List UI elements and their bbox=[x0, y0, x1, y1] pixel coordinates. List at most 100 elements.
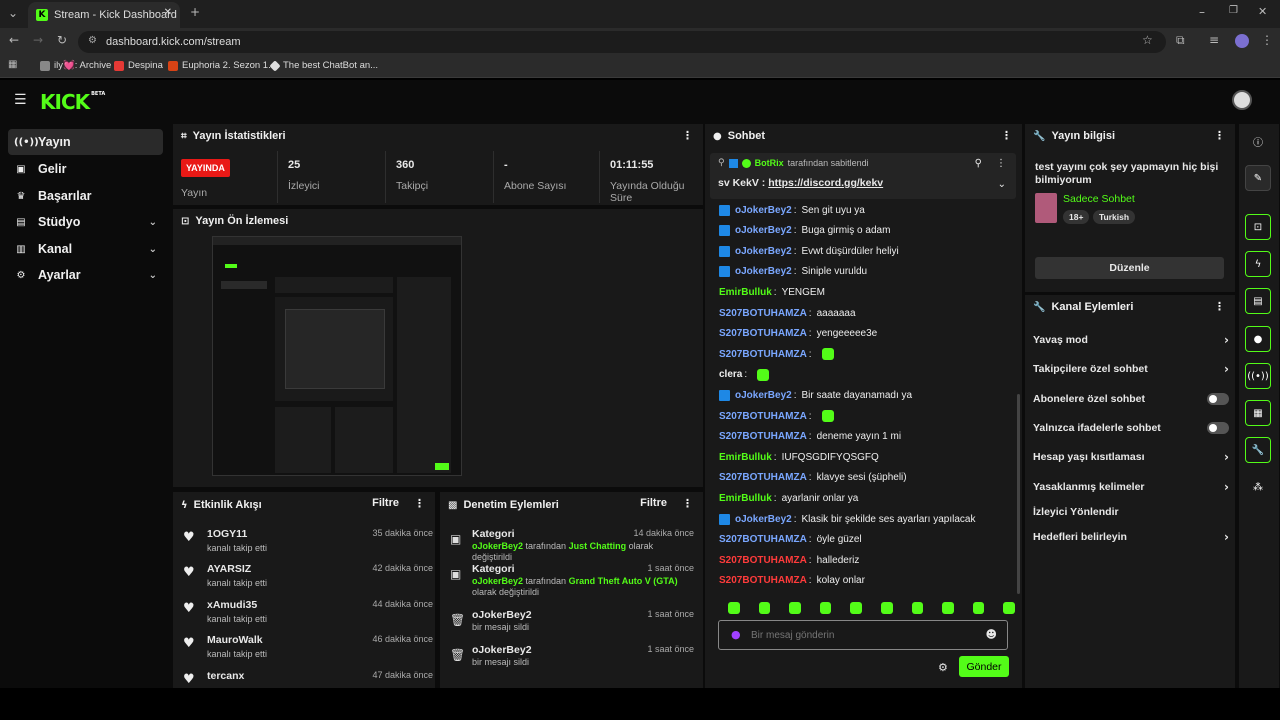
bookmark-chatbot[interactable]: The best ChatBot an... bbox=[269, 59, 378, 72]
kick-logo[interactable]: KICK BETA bbox=[40, 90, 105, 114]
edit-button[interactable]: Düzenle bbox=[1035, 257, 1224, 279]
chat-toggle-icon[interactable]: ● bbox=[1245, 326, 1271, 352]
stream-info-toggle-icon[interactable]: 🔧 bbox=[1245, 437, 1271, 463]
emote-icon[interactable] bbox=[819, 602, 832, 614]
emote-icon[interactable] bbox=[942, 602, 954, 614]
more-options-icon[interactable]: ⋮ bbox=[996, 158, 1006, 169]
more-options-icon[interactable]: ⋮ bbox=[682, 129, 693, 142]
unpin-icon[interactable]: ⚲ bbox=[975, 158, 982, 169]
stream-preview-video[interactable] bbox=[212, 236, 462, 476]
menu-icon[interactable]: ⋮ bbox=[1261, 33, 1273, 47]
sidebar-item-basarilar[interactable]: ♛ Başarılar bbox=[8, 183, 163, 209]
close-window-icon[interactable]: ✕ bbox=[1258, 5, 1267, 18]
microphone-icon[interactable]: ● bbox=[731, 628, 741, 641]
more-options-icon[interactable]: ⋮ bbox=[1214, 129, 1225, 142]
moderation-toggle-icon[interactable]: ▤ bbox=[1245, 288, 1271, 314]
edit-pencil-icon[interactable]: ✎ bbox=[1245, 165, 1271, 191]
integrations-icon[interactable]: ⁂ bbox=[1245, 474, 1271, 500]
send-button[interactable]: Gönder bbox=[959, 656, 1009, 677]
account-age-row[interactable]: Hesap yaşı kısıtlaması › bbox=[1033, 446, 1229, 468]
bookmark-despina[interactable]: Despina bbox=[114, 60, 163, 71]
bookmark-archive[interactable]: ily💓: Archive bbox=[40, 60, 111, 71]
activity-toggle-icon[interactable]: ϟ bbox=[1245, 251, 1271, 277]
info-icon[interactable]: ⓘ bbox=[1245, 128, 1271, 154]
broadcast-toggle-icon[interactable]: ((•)) bbox=[1245, 363, 1271, 389]
bookmark-star-icon[interactable]: ☆ bbox=[1142, 33, 1153, 47]
chat-username[interactable]: EmirBulluk bbox=[719, 452, 772, 463]
site-info-icon[interactable]: ⚙ bbox=[88, 35, 97, 46]
chat-username[interactable]: oJokerBey2 bbox=[735, 390, 792, 401]
slow-mode-row[interactable]: Yavaş mod › bbox=[1033, 329, 1229, 351]
bookmark-euphoria[interactable]: Euphoria 2. Sezon 1.... bbox=[168, 60, 279, 71]
emote-icon[interactable] bbox=[758, 602, 771, 614]
chat-username[interactable]: oJokerBey2 bbox=[735, 205, 792, 216]
sidebar-item-ayarlar[interactable]: ⚙ Ayarlar ⌄ bbox=[8, 262, 163, 288]
emote-icon[interactable] bbox=[728, 602, 740, 614]
reload-icon[interactable]: ↻ bbox=[57, 33, 67, 47]
sidebar-item-yayin[interactable]: ((•)) Yayın bbox=[8, 129, 163, 155]
chevron-down-icon[interactable]: ⌄ bbox=[998, 179, 1006, 190]
emoji-icon[interactable]: ☻ bbox=[986, 628, 997, 641]
category-name[interactable]: Sadece Sohbet bbox=[1063, 193, 1135, 205]
host-row[interactable]: İzleyici Yönlendir bbox=[1033, 501, 1229, 523]
chat-username[interactable]: clera bbox=[719, 369, 742, 380]
preview-toggle-icon[interactable]: ⊡ bbox=[1245, 214, 1271, 240]
minimize-icon[interactable]: – bbox=[1199, 5, 1205, 19]
chat-scrollbar[interactable] bbox=[1017, 394, 1020, 594]
pinned-link[interactable]: https://discord.gg/kekv bbox=[768, 177, 883, 189]
back-icon[interactable]: ← bbox=[9, 33, 19, 47]
subscribers-only-toggle[interactable] bbox=[1207, 393, 1229, 405]
chat-settings-icon[interactable]: ⚙ bbox=[938, 661, 948, 674]
chat-username[interactable]: oJokerBey2 bbox=[735, 225, 792, 236]
chat-username[interactable]: oJokerBey2 bbox=[735, 266, 792, 277]
chat-input[interactable] bbox=[751, 626, 971, 644]
filter-button[interactable]: Filtre bbox=[640, 497, 667, 509]
close-tab-icon[interactable]: ✕ bbox=[164, 7, 172, 18]
hamburger-menu-icon[interactable]: ☰ bbox=[14, 92, 27, 108]
forward-icon[interactable]: → bbox=[33, 33, 43, 47]
chat-username[interactable]: oJokerBey2 bbox=[735, 246, 792, 257]
extensions-icon[interactable]: ⧉ bbox=[1176, 33, 1185, 48]
sidebar-item-gelir[interactable]: ▣ Gelir bbox=[8, 156, 163, 182]
browser-tab[interactable]: K Stream - Kick Dashboard ✕ bbox=[28, 2, 180, 28]
stats-toggle-icon[interactable]: ▦ bbox=[1245, 400, 1271, 426]
emote-icon[interactable] bbox=[911, 602, 924, 614]
emote-icon bbox=[757, 368, 770, 381]
goals-row[interactable]: Hedefleri belirleyin › bbox=[1033, 526, 1229, 548]
more-options-icon[interactable]: ⋮ bbox=[414, 497, 425, 510]
tab-search-icon[interactable]: ⌄ bbox=[8, 6, 18, 20]
emote-icon[interactable] bbox=[880, 602, 893, 614]
profile-avatar[interactable] bbox=[1235, 34, 1249, 48]
chat-username[interactable]: S207BOTUHAMZA bbox=[719, 472, 807, 483]
emote-icon[interactable] bbox=[850, 602, 862, 614]
chat-username[interactable]: S207BOTUHAMZA bbox=[719, 575, 807, 586]
chat-username[interactable]: oJokerBey2 bbox=[735, 514, 792, 525]
chat-username[interactable]: S207BOTUHAMZA bbox=[719, 431, 807, 442]
sidebar-item-studyo[interactable]: ▤ Stüdyo ⌄ bbox=[8, 209, 163, 235]
chat-username[interactable]: S207BOTUHAMZA bbox=[719, 411, 807, 422]
emote-icon[interactable] bbox=[1003, 602, 1015, 614]
chat-username[interactable]: EmirBulluk bbox=[719, 287, 772, 298]
chat-username[interactable]: S207BOTUHAMZA bbox=[719, 555, 807, 566]
emote-icon[interactable] bbox=[789, 602, 801, 614]
emote-icon[interactable] bbox=[972, 602, 985, 614]
filter-button[interactable]: Filtre bbox=[372, 497, 399, 509]
chat-username[interactable]: S207BOTUHAMZA bbox=[719, 328, 807, 339]
sidebar-item-kanal[interactable]: ▥ Kanal ⌄ bbox=[8, 236, 163, 262]
chat-username[interactable]: S207BOTUHAMZA bbox=[719, 308, 807, 319]
banned-words-row[interactable]: Yasaklanmış kelimeler › bbox=[1033, 476, 1229, 498]
url-field[interactable]: ⚙ dashboard.kick.com/stream bbox=[78, 31, 1166, 53]
apps-icon[interactable]: ▦ bbox=[8, 59, 17, 70]
chat-username[interactable]: EmirBulluk bbox=[719, 493, 772, 504]
new-tab-icon[interactable]: + bbox=[190, 5, 200, 19]
followers-only-row[interactable]: Takipçilere özel sohbet › bbox=[1033, 358, 1229, 380]
user-avatar[interactable] bbox=[1232, 90, 1252, 110]
more-options-icon[interactable]: ⋮ bbox=[1214, 300, 1225, 313]
media-icon[interactable]: ≡ bbox=[1209, 33, 1219, 47]
maximize-icon[interactable]: ❐ bbox=[1229, 5, 1238, 16]
more-options-icon[interactable]: ⋮ bbox=[1001, 129, 1012, 142]
more-options-icon[interactable]: ⋮ bbox=[682, 497, 693, 510]
chat-username[interactable]: S207BOTUHAMZA bbox=[719, 534, 807, 545]
chat-username[interactable]: S207BOTUHAMZA bbox=[719, 349, 807, 360]
emotes-only-toggle[interactable] bbox=[1207, 422, 1229, 434]
